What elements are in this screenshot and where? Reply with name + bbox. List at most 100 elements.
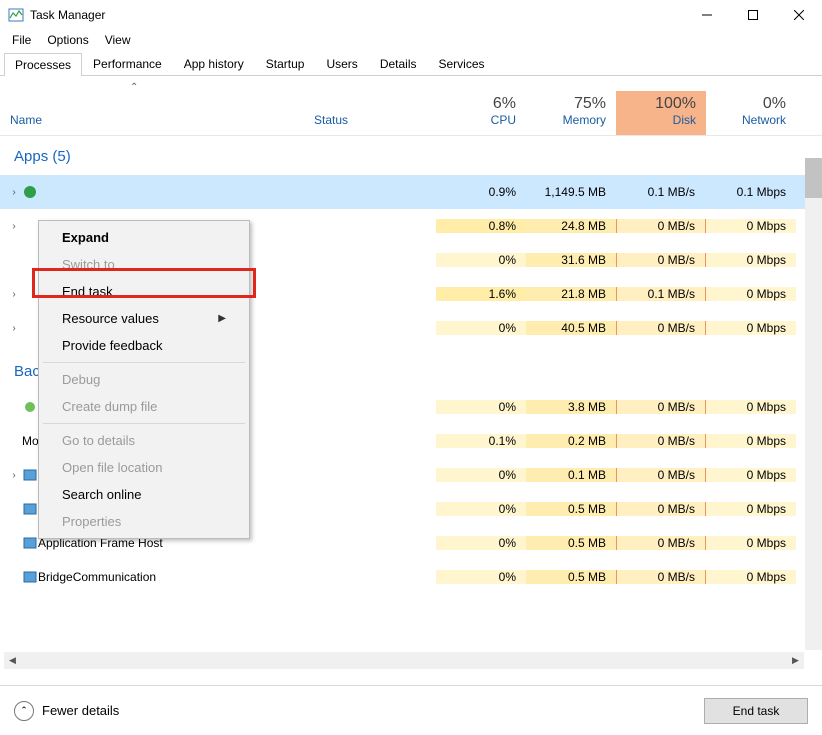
cm-go-to-details[interactable]: Go to details: [42, 427, 246, 454]
process-icon: [22, 184, 38, 200]
vertical-scrollbar[interactable]: [805, 158, 822, 650]
cell-disk: 0.1 MB/s: [616, 287, 706, 301]
window-title: Task Manager: [30, 8, 684, 22]
tab-performance[interactable]: Performance: [82, 52, 173, 75]
cell-disk: 0 MB/s: [616, 253, 706, 267]
cell-net: 0.1 Mbps: [706, 185, 796, 199]
cell-net: 0 Mbps: [706, 219, 796, 233]
cell-net: 0 Mbps: [706, 321, 796, 335]
cell-cpu: 0%: [436, 321, 526, 335]
cell-cpu: 0.8%: [436, 219, 526, 233]
tab-app-history[interactable]: App history: [173, 52, 255, 75]
horizontal-scrollbar[interactable]: ◀ ▶: [4, 652, 804, 669]
cm-search-online[interactable]: Search online: [42, 481, 246, 508]
cm-properties[interactable]: Properties: [42, 508, 246, 535]
cell-net: 0 Mbps: [706, 536, 796, 550]
expander-icon[interactable]: ›: [6, 470, 22, 481]
sort-caret-icon: ⌃: [130, 82, 138, 93]
cell-cpu: 1.6%: [436, 287, 526, 301]
col-header-status[interactable]: Status: [310, 105, 436, 135]
cm-resource-values-label: Resource values: [62, 311, 159, 326]
process-icon: [22, 467, 38, 483]
context-menu: Expand Switch to End task Resource value…: [38, 220, 250, 539]
col-header-disk[interactable]: 100% Disk: [616, 91, 706, 135]
menu-view[interactable]: View: [97, 31, 139, 49]
cell-disk: 0.1 MB/s: [616, 185, 706, 199]
cm-switch-to[interactable]: Switch to: [42, 251, 246, 278]
cm-create-dump[interactable]: Create dump file: [42, 393, 246, 420]
mem-label: Memory: [563, 113, 606, 127]
cm-end-task[interactable]: End task: [42, 278, 246, 305]
fewer-details-label: Fewer details: [42, 703, 119, 718]
cm-debug[interactable]: Debug: [42, 366, 246, 393]
net-label: Network: [742, 113, 786, 127]
cm-expand[interactable]: Expand: [42, 224, 246, 251]
cell-mem: 0.5 MB: [526, 570, 616, 584]
cell-mem: 1,149.5 MB: [526, 185, 616, 199]
cm-provide-feedback[interactable]: Provide feedback: [42, 332, 246, 359]
cell-cpu: 0%: [436, 536, 526, 550]
process-icon: [22, 218, 38, 234]
fewer-details-toggle[interactable]: ⌃ Fewer details: [14, 701, 119, 721]
cell-cpu: 0%: [436, 570, 526, 584]
cell-mem: 0.5 MB: [526, 536, 616, 550]
cm-open-file-location[interactable]: Open file location: [42, 454, 246, 481]
col-header-network[interactable]: 0% Network: [706, 91, 796, 135]
column-headers: ⌃ Name Status 6% CPU 75% Memory 100% Dis…: [0, 76, 822, 136]
cell-net: 0 Mbps: [706, 287, 796, 301]
menu-options[interactable]: Options: [39, 31, 96, 49]
cell-net: 0 Mbps: [706, 400, 796, 414]
cell-cpu: 0.9%: [436, 185, 526, 199]
tab-services[interactable]: Services: [428, 52, 496, 75]
expander-icon[interactable]: ›: [6, 221, 22, 232]
cell-disk: 0 MB/s: [616, 536, 706, 550]
cell-mem: 0.5 MB: [526, 502, 616, 516]
cell-disk: 0 MB/s: [616, 321, 706, 335]
process-icon: [22, 535, 38, 551]
cell-net: 0 Mbps: [706, 434, 796, 448]
window-controls: [684, 0, 822, 30]
minimize-button[interactable]: [684, 0, 730, 30]
cell-net: 0 Mbps: [706, 468, 796, 482]
scroll-right-button[interactable]: ▶: [787, 652, 804, 669]
maximize-button[interactable]: [730, 0, 776, 30]
cell-disk: 0 MB/s: [616, 570, 706, 584]
expander-icon[interactable]: ›: [6, 187, 22, 198]
end-task-button[interactable]: End task: [704, 698, 808, 724]
tab-startup[interactable]: Startup: [255, 52, 316, 75]
cm-resource-values[interactable]: Resource values ▶: [42, 305, 246, 332]
chevron-up-icon: ⌃: [14, 701, 34, 721]
col-header-cpu[interactable]: 6% CPU: [436, 91, 526, 135]
cpu-label: CPU: [491, 113, 516, 127]
cpu-percent: 6%: [436, 95, 516, 113]
col-header-name[interactable]: Name: [0, 105, 310, 135]
close-button[interactable]: [776, 0, 822, 30]
menubar: File Options View: [0, 30, 822, 50]
process-row[interactable]: BridgeCommunication 0% 0.5 MB 0 MB/s 0 M…: [0, 560, 822, 594]
cell-cpu: 0%: [436, 400, 526, 414]
expander-icon[interactable]: ›: [6, 289, 22, 300]
cell-net: 0 Mbps: [706, 253, 796, 267]
col-header-memory[interactable]: 75% Memory: [526, 91, 616, 135]
cell-disk: 0 MB/s: [616, 219, 706, 233]
process-icon: [22, 569, 38, 585]
tab-processes[interactable]: Processes: [4, 53, 82, 76]
cell-disk: 0 MB/s: [616, 502, 706, 516]
tab-details[interactable]: Details: [369, 52, 428, 75]
cm-separator: [43, 362, 245, 363]
cell-cpu: 0%: [436, 253, 526, 267]
cell-net: 0 Mbps: [706, 570, 796, 584]
tab-users[interactable]: Users: [315, 52, 368, 75]
scrollbar-thumb[interactable]: [805, 158, 822, 198]
net-percent: 0%: [706, 95, 786, 113]
scroll-left-button[interactable]: ◀: [4, 652, 21, 669]
menu-file[interactable]: File: [4, 31, 39, 49]
group-apps[interactable]: Apps (5): [0, 136, 822, 175]
cell-mem: 3.8 MB: [526, 400, 616, 414]
expander-icon[interactable]: ›: [6, 323, 22, 334]
mem-percent: 75%: [526, 95, 606, 113]
cell-cpu: 0%: [436, 502, 526, 516]
cell-cpu: 0%: [436, 468, 526, 482]
process-row[interactable]: › 0.9% 1,149.5 MB 0.1 MB/s 0.1 Mbps: [0, 175, 822, 209]
disk-percent: 100%: [616, 95, 696, 113]
